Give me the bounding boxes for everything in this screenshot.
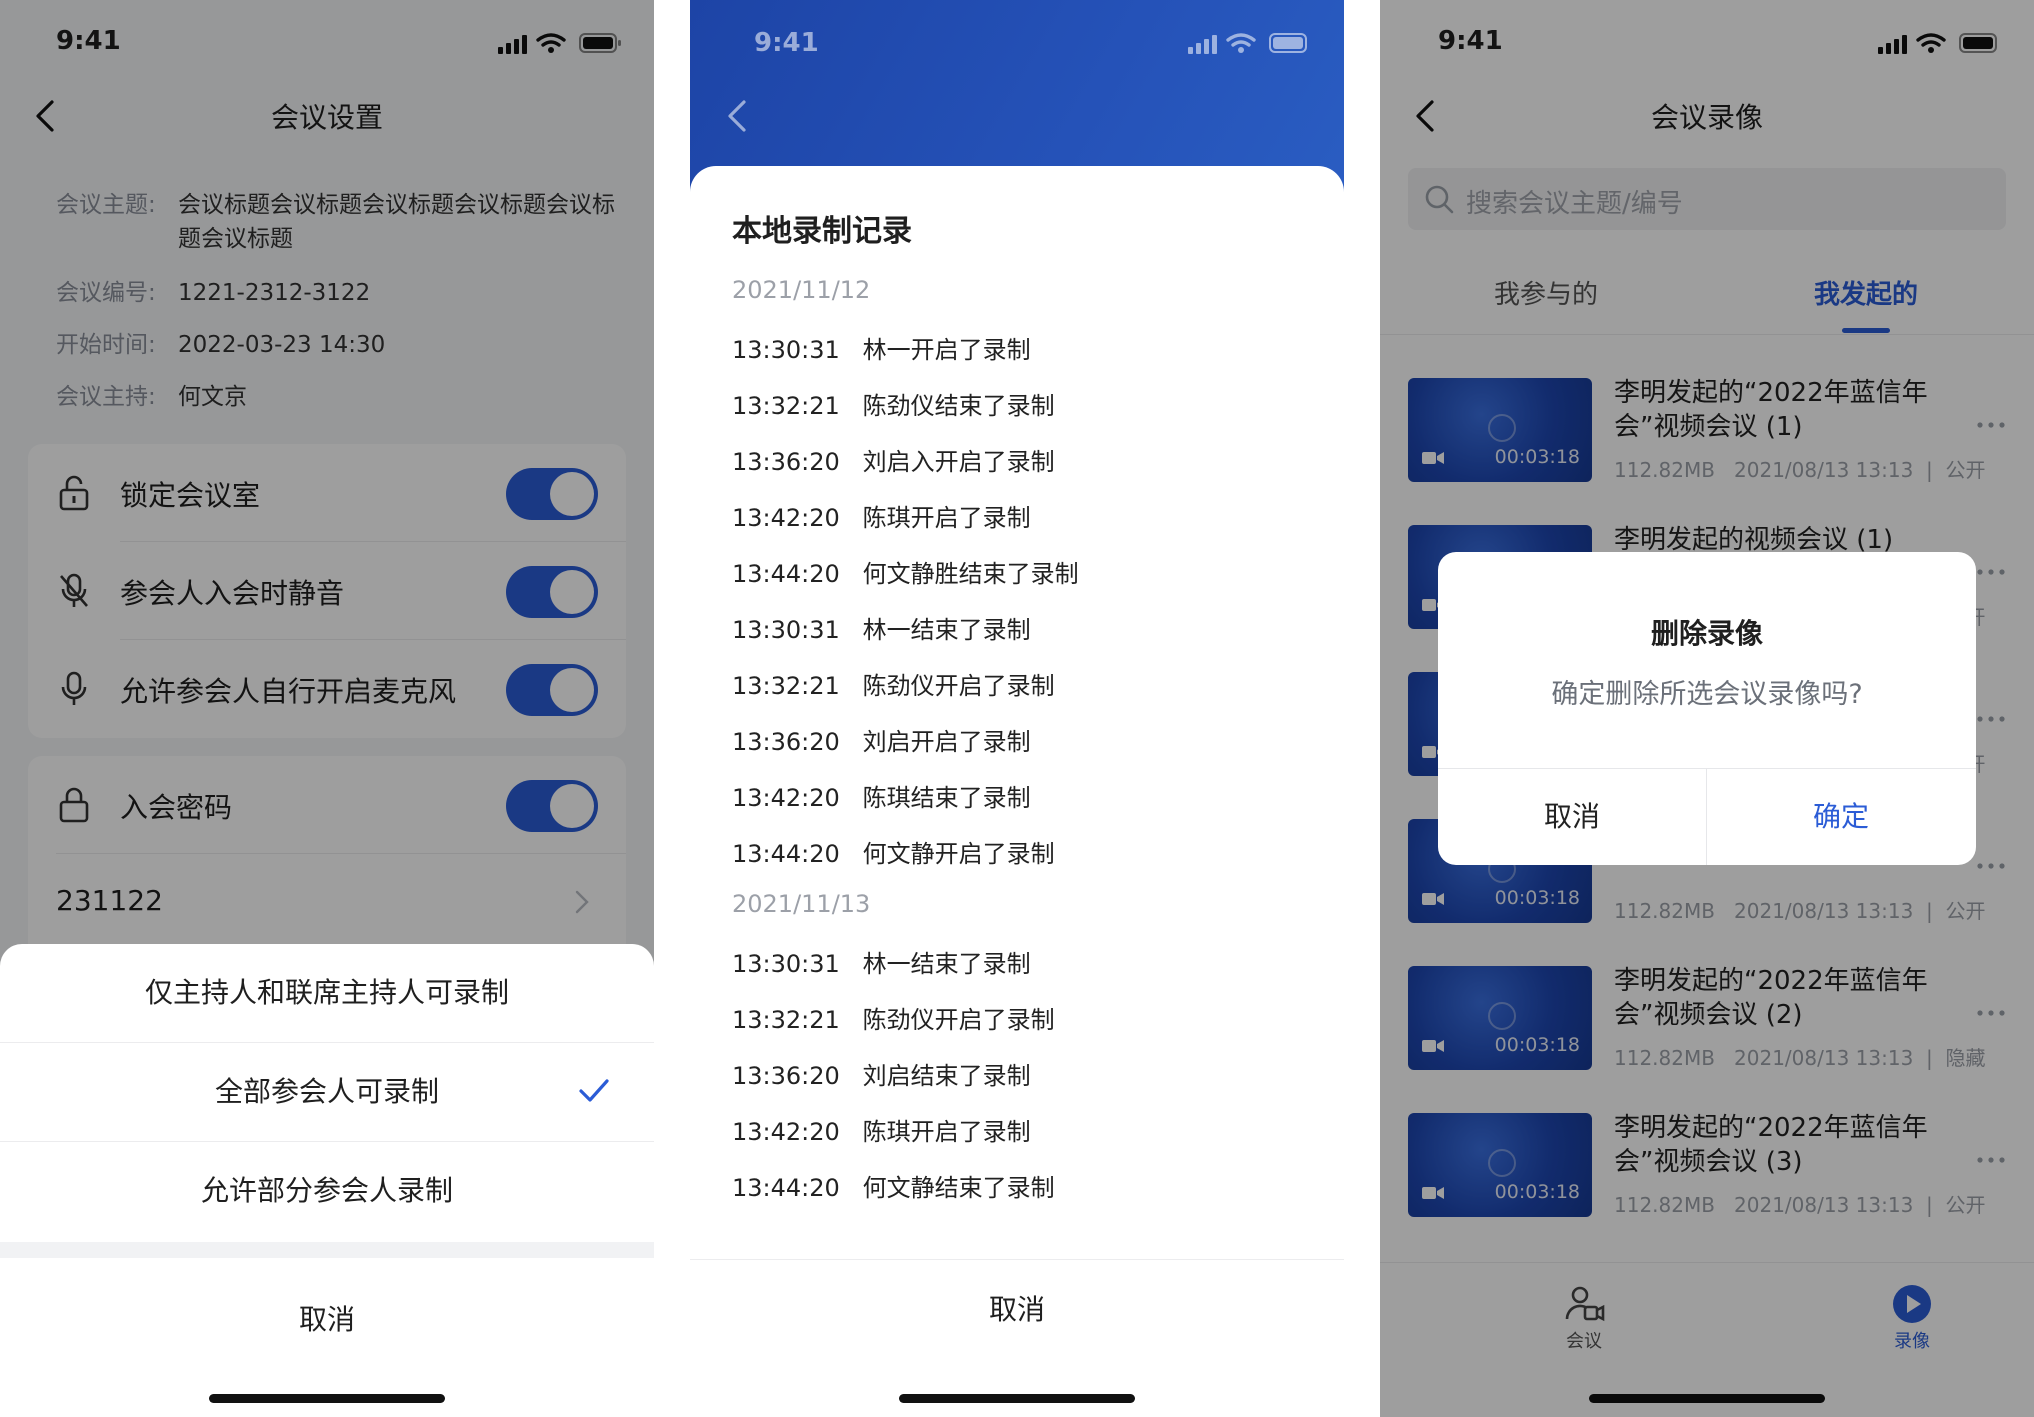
log-date-header: 2021/11/12 [732, 276, 871, 304]
log-entry: 13:36:20 刘启入开启了录制 [732, 448, 1055, 476]
recording-permission-sheet: 仅主持人和联席主持人可录制 全部参会人可录制 允许部分参会人录制 取消 [0, 944, 654, 1417]
log-entry: 13:32:21 陈劲仪开启了录制 [732, 1006, 1055, 1034]
dialog-confirm-button[interactable]: 确定 [1707, 769, 1975, 865]
dialog-cancel-button[interactable]: 取消 [1438, 769, 1706, 865]
sheet-cancel-button[interactable]: 取消 [0, 1270, 654, 1370]
delete-recording-dialog: 删除录像 确定删除所选会议录像吗? 取消 确定 [1438, 552, 1976, 865]
local-recording-log-screen: 9:41 本地录制记录 2021/11/12 13:30:31 林一开启了录制 … [690, 0, 1344, 1417]
meeting-recordings-screen: 9:41 会议录像 搜索会议主题/编号 我参与的 我发起的 00:03:18 李… [1380, 0, 2034, 1417]
option-host-only[interactable]: 仅主持人和联席主持人可录制 [0, 944, 654, 1042]
dialog-message: 确定删除所选会议录像吗? [1551, 679, 1863, 710]
signal-icon [1188, 35, 1217, 54]
log-entry: 13:32:21 陈劲仪结束了录制 [732, 392, 1055, 420]
log-entry: 13:42:20 陈琪开启了录制 [732, 1118, 1031, 1146]
sheet-gap [0, 1242, 654, 1258]
log-entry: 13:36:20 刘启结束了录制 [732, 1062, 1031, 1090]
log-entry: 13:44:20 何文静结束了录制 [732, 1174, 1055, 1202]
system-icons [1188, 30, 1312, 56]
log-entry: 13:44:20 何文静胜结束了录制 [732, 560, 1079, 588]
checkmark-icon [579, 1079, 609, 1102]
home-indicator [899, 1394, 1135, 1403]
log-entry: 13:30:31 林一结束了录制 [732, 950, 1031, 978]
wifi-icon [1226, 33, 1256, 47]
status-time: 9:41 [754, 28, 819, 58]
log-entry: 13:32:21 陈劲仪开启了录制 [732, 672, 1055, 700]
meeting-settings-screen: 9:41 会议设置 会议主题: 会议标题会议标题会议标题会议标题会议标题会议标题… [0, 0, 654, 1417]
log-entry: 13:44:20 何文静开启了录制 [732, 840, 1055, 868]
log-entry: 13:42:20 陈琪开启了录制 [732, 504, 1031, 532]
panel-title: 本地录制记录 [732, 214, 912, 249]
panel-cancel-button[interactable]: 取消 [690, 1260, 1344, 1360]
dialog-title: 删除录像 [1650, 617, 1763, 650]
home-indicator [209, 1394, 445, 1403]
battery-icon [1269, 33, 1307, 53]
recording-log-panel: 本地录制记录 2021/11/12 13:30:31 林一开启了录制 13:32:2… [690, 166, 1344, 1417]
log-entry: 13:36:20 刘启开启了录制 [732, 728, 1031, 756]
status-bar: 9:41 [690, 0, 1344, 80]
log-entry: 13:30:31 林一开启了录制 [732, 336, 1031, 364]
three-phone-mockups: 9:41 会议设置 会议主题: 会议标题会议标题会议标题会议标题会议标题会议标题… [0, 0, 2034, 1417]
option-label: 全部参会人可录制 [214, 1075, 439, 1108]
option-some-participants[interactable]: 允许部分参会人录制 [0, 1142, 654, 1240]
option-all-participants[interactable]: 全部参会人可录制 [0, 1043, 654, 1141]
log-entry: 13:42:20 陈琪结束了录制 [732, 784, 1031, 812]
log-entry: 13:30:31 林一结束了录制 [732, 616, 1031, 644]
back-arrow-icon[interactable] [718, 96, 758, 136]
log-date-header: 2021/11/13 [732, 890, 871, 918]
